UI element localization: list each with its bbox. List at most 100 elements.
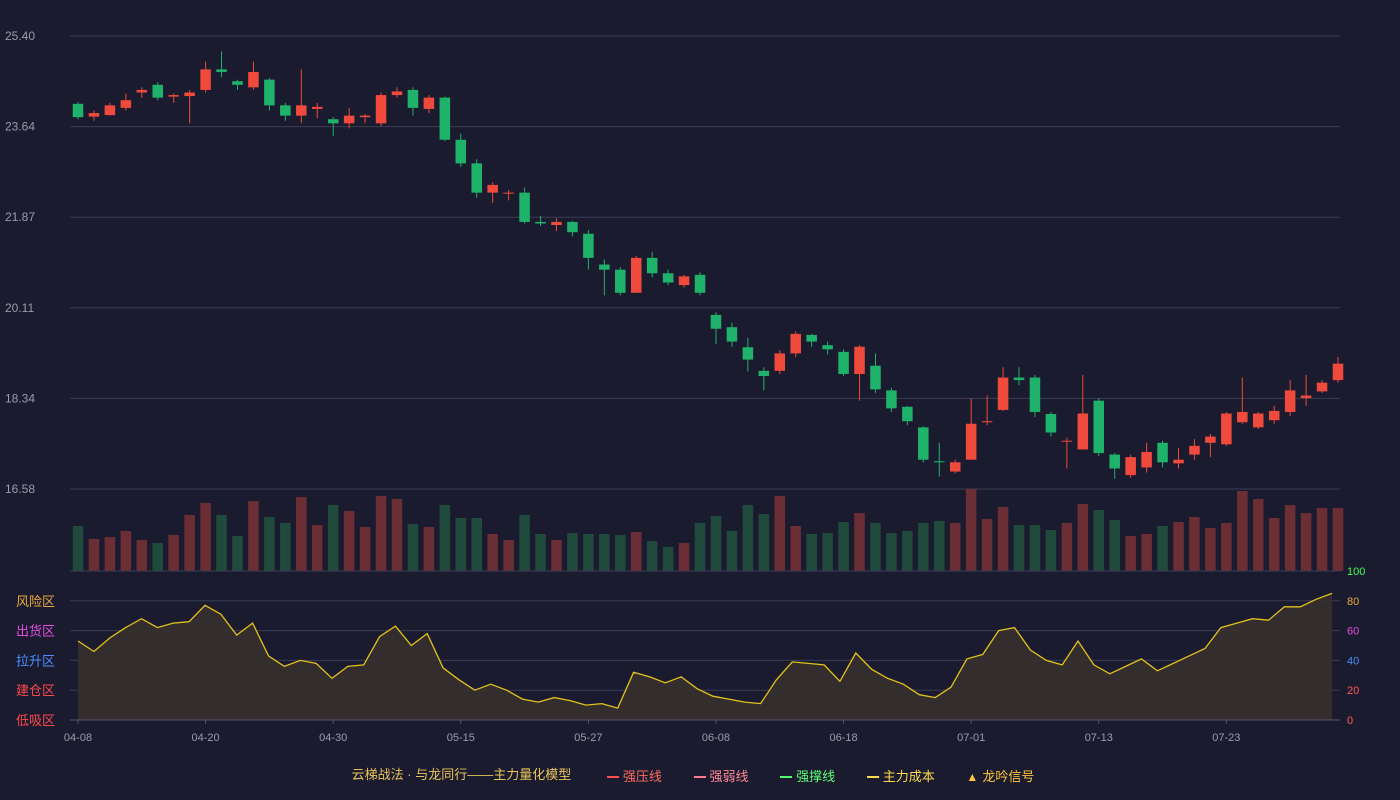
volume-bar	[790, 526, 801, 571]
volume-bar	[870, 523, 881, 571]
candle-body	[1284, 390, 1296, 412]
candle-body	[630, 257, 642, 293]
candle-body	[503, 192, 514, 194]
candlestick-series	[72, 51, 1344, 479]
volume-bar	[264, 517, 275, 571]
volume-bar	[535, 534, 546, 571]
stock-chart: 25.40 23.64 21.87 20.11 18.34 16.58 100 80 60 40…	[5, 29, 1365, 744]
volume-bar	[902, 531, 913, 571]
volume-bar	[232, 536, 243, 571]
candle-body	[902, 406, 913, 422]
candle-body	[296, 105, 307, 116]
volume-bar	[391, 499, 403, 571]
volume-bar	[1157, 526, 1168, 571]
candle-body	[311, 106, 323, 109]
volume-bar	[1284, 505, 1296, 571]
volume-bar	[726, 531, 738, 571]
candle-body	[551, 221, 562, 226]
volume-bar	[407, 524, 419, 571]
candle-body	[790, 333, 801, 354]
candle-body	[232, 81, 243, 85]
volume-bar	[1205, 528, 1216, 571]
candle-body	[838, 351, 849, 374]
volume-bar	[662, 547, 674, 571]
volume-bar	[1173, 522, 1184, 571]
candle-body	[694, 274, 706, 293]
candle-body	[327, 119, 339, 124]
solid-line-icon	[606, 775, 619, 778]
solid-line-icon	[780, 775, 793, 778]
volume-bar	[1125, 536, 1136, 571]
volume-bar	[1077, 504, 1089, 571]
candle-body	[710, 314, 722, 329]
candle-body	[1109, 454, 1120, 469]
candle-body	[1221, 413, 1232, 445]
legend-item-strong-support[interactable]: 强撑线	[780, 766, 835, 785]
candle-body	[949, 462, 961, 472]
candle-body	[1252, 413, 1264, 428]
x-tick-label: 07-23	[1212, 732, 1240, 744]
x-tick-label: 05-15	[447, 732, 475, 744]
candle-body	[519, 192, 530, 222]
candle-body	[88, 113, 100, 117]
candle-body	[1125, 457, 1136, 476]
price-tick-label: 20.11	[5, 301, 34, 315]
volume-bar	[1221, 523, 1232, 571]
volume-bar	[1141, 534, 1152, 571]
candle-body	[487, 184, 498, 193]
candle-body	[1045, 414, 1057, 433]
volume-bar	[471, 518, 482, 571]
candle-body	[774, 353, 786, 371]
volume-bar	[1316, 508, 1328, 571]
oscillator-tick-label: 100	[1347, 566, 1365, 578]
volume-bar	[1045, 530, 1057, 571]
dashed-line-icon	[693, 775, 706, 778]
candle-body	[1157, 442, 1168, 463]
legend-item-main-cost[interactable]: 主力成本	[866, 766, 935, 785]
candle-body	[758, 370, 770, 377]
volume-bar	[375, 496, 387, 571]
candle-body	[168, 95, 179, 97]
candle-body	[1300, 395, 1312, 399]
volume-bar	[1093, 510, 1105, 571]
candle-body	[264, 79, 275, 106]
volume-bar	[599, 534, 610, 571]
volume-bar	[758, 514, 770, 571]
candle-body	[120, 100, 132, 108]
candle-body	[1316, 382, 1328, 392]
candle-body	[200, 69, 211, 90]
candle-body	[726, 327, 738, 342]
candle-body	[965, 423, 977, 460]
candle-body	[1205, 436, 1216, 443]
legend-item-dragon-signal[interactable]: ▲ 龙吟信号	[966, 766, 1034, 785]
candle-body	[1093, 400, 1105, 454]
candle-body	[455, 139, 467, 164]
candle-body	[822, 345, 833, 350]
x-tick-label: 04-30	[319, 732, 347, 744]
legend-item-strength-line[interactable]: 强弱线	[693, 766, 749, 785]
price-tick-label: 18.34	[5, 391, 35, 405]
volume-bar	[1300, 513, 1312, 571]
x-tick-label: 07-13	[1085, 732, 1113, 744]
volume-bar	[838, 522, 849, 571]
candle-body	[248, 71, 259, 88]
candle-body	[678, 276, 690, 286]
candle-body	[104, 105, 116, 116]
volume-bar	[487, 534, 498, 571]
dashed-line-icon	[866, 775, 879, 778]
legend-item-strong-pressure[interactable]: 强压线	[606, 766, 662, 785]
candle-body	[407, 89, 419, 108]
candle-body	[615, 269, 626, 293]
volume-bar	[694, 523, 706, 571]
candle-body	[375, 95, 387, 124]
volume-bar	[583, 534, 594, 571]
volume-bar	[327, 505, 339, 571]
candle-body	[391, 91, 403, 96]
volume-bar	[678, 543, 690, 571]
candle-body	[1173, 459, 1184, 464]
volume-bar	[216, 515, 227, 571]
volume-bar	[1061, 523, 1073, 571]
candle-body	[1077, 413, 1089, 450]
volume-bar	[280, 523, 291, 571]
volume-bar	[455, 518, 467, 571]
